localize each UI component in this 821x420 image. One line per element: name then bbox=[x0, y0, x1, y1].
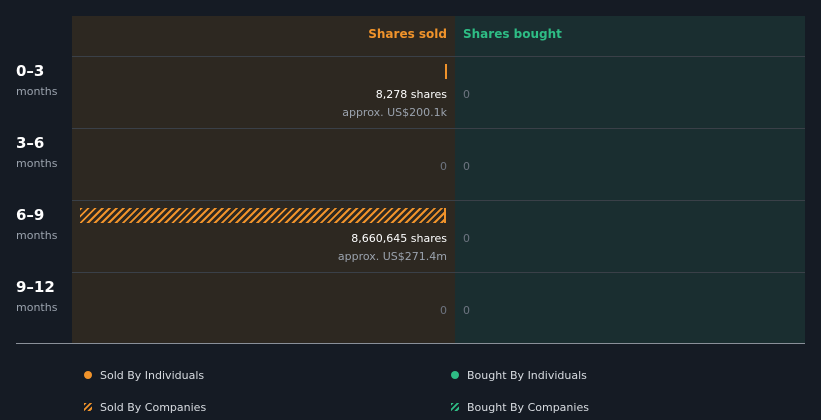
orange-dot-icon bbox=[84, 371, 92, 379]
period-3-6: 3–6 months bbox=[16, 134, 72, 170]
green-dot-icon bbox=[451, 371, 459, 379]
bought-zero-6-9: 0 bbox=[463, 232, 470, 245]
bought-zero-9-12: 0 bbox=[463, 304, 470, 317]
shares-sold-header: Shares sold bbox=[368, 27, 447, 41]
row-divider bbox=[72, 128, 805, 129]
insider-trading-chart: Shares sold Shares bought 0–3 months 3–6… bbox=[0, 0, 821, 420]
period-label: 6–9 bbox=[16, 206, 45, 224]
period-unit: months bbox=[16, 301, 58, 314]
row-divider bbox=[72, 272, 805, 273]
period-6-9: 6–9 months bbox=[16, 206, 72, 242]
sold-zero-3-6: 0 bbox=[440, 160, 447, 173]
period-unit: months bbox=[16, 157, 58, 170]
bought-zero-3-6: 0 bbox=[463, 160, 470, 173]
period-label: 0–3 bbox=[16, 62, 45, 80]
legend-label: Bought By Individuals bbox=[467, 369, 587, 382]
period-unit: months bbox=[16, 85, 58, 98]
sold-shares-0-3: 8,278 shares bbox=[375, 88, 447, 101]
chart-baseline bbox=[16, 343, 805, 344]
legend-bought-companies: Bought By Companies bbox=[451, 401, 589, 414]
legend-sold-individuals: Sold By Individuals bbox=[84, 369, 204, 382]
sold-zero-9-12: 0 bbox=[440, 304, 447, 317]
period-0-3: 0–3 months bbox=[16, 62, 72, 98]
legend-label: Bought By Companies bbox=[467, 401, 589, 414]
row-divider bbox=[72, 200, 805, 201]
legend-label: Sold By Companies bbox=[100, 401, 207, 414]
orange-hatch-icon bbox=[84, 403, 92, 411]
sold-shares-6-9: 8,660,645 shares bbox=[351, 232, 447, 245]
sold-bar-6-9 bbox=[80, 208, 446, 223]
legend-bought-individuals: Bought By Individuals bbox=[451, 369, 587, 382]
period-unit: months bbox=[16, 229, 58, 242]
period-label: 3–6 bbox=[16, 134, 45, 152]
legend-sold-companies: Sold By Companies bbox=[84, 401, 206, 414]
sold-approx-0-3: approx. US$200.1k bbox=[342, 106, 447, 119]
row-divider bbox=[72, 56, 805, 57]
period-label: 9–12 bbox=[16, 278, 55, 296]
legend-label: Sold By Individuals bbox=[100, 369, 205, 382]
period-9-12: 9–12 months bbox=[16, 278, 72, 314]
shares-sold-panel bbox=[72, 16, 455, 343]
sold-approx-6-9: approx. US$271.4m bbox=[337, 250, 447, 263]
shares-bought-panel bbox=[455, 16, 805, 343]
bought-zero-0-3: 0 bbox=[463, 88, 470, 101]
shares-bought-header: Shares bought bbox=[463, 27, 562, 41]
sold-bar-0-3 bbox=[445, 64, 447, 79]
green-hatch-icon bbox=[451, 403, 459, 411]
